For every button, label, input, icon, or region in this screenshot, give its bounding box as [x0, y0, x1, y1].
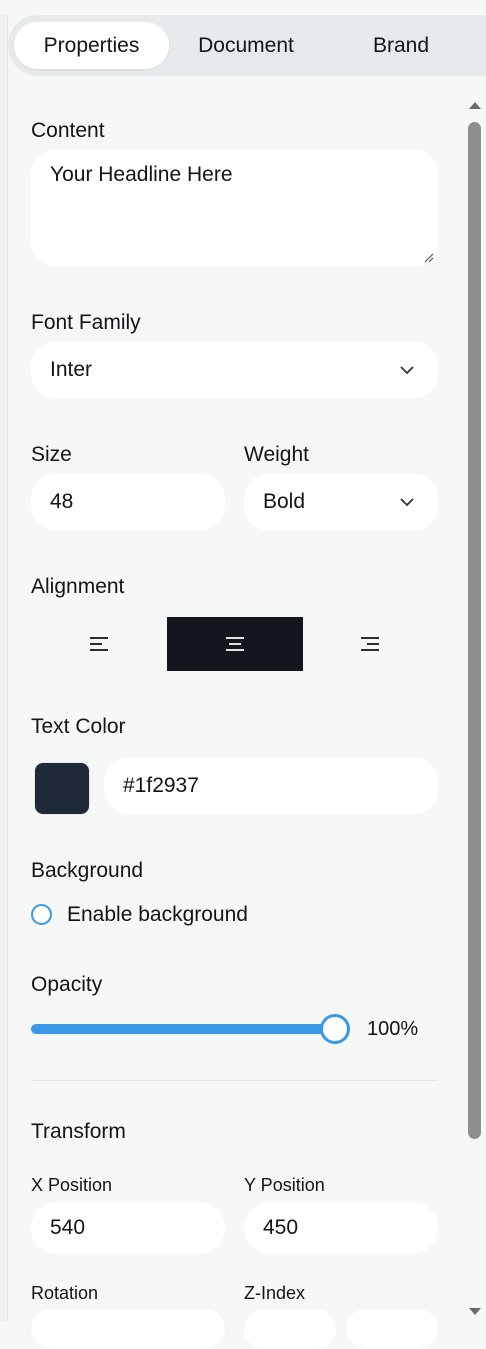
- font-family-label: Font Family: [31, 311, 141, 334]
- background-label: Background: [31, 859, 144, 882]
- transform-label: Transform: [31, 1120, 126, 1143]
- align-left-icon: [90, 637, 108, 651]
- chevron-down-icon: [400, 366, 414, 375]
- x-position-label: X Position: [31, 1175, 113, 1195]
- opacity-slider-track[interactable]: [31, 1024, 334, 1034]
- weight-value: Bold: [263, 490, 306, 513]
- y-position-input[interactable]: 450: [244, 1202, 438, 1254]
- y-position-label: Y Position: [244, 1175, 325, 1195]
- text-color-input[interactable]: #1f2937: [104, 757, 438, 815]
- divider: [31, 1080, 438, 1081]
- properties-panel: Content Your Headline Here Font Family I…: [0, 0, 486, 1349]
- enable-background-label[interactable]: Enable background: [67, 903, 248, 927]
- z-index-label: Z-Index: [244, 1283, 306, 1303]
- x-position-value: 540: [50, 1216, 86, 1239]
- align-center-icon: [226, 637, 244, 651]
- scrollbar-thumb[interactable]: [468, 122, 481, 1139]
- align-right-button[interactable]: [302, 617, 438, 671]
- content-text: Your Headline Here: [50, 163, 233, 186]
- size-label: Size: [31, 443, 72, 466]
- rotation-label: Rotation: [31, 1283, 99, 1303]
- size-input[interactable]: 48: [31, 473, 225, 531]
- text-color-label: Text Color: [31, 715, 126, 738]
- font-family-value: Inter: [50, 358, 93, 381]
- y-position-value: 450: [263, 1216, 299, 1239]
- content-textarea[interactable]: Your Headline Here: [31, 149, 438, 267]
- align-right-icon: [361, 637, 379, 651]
- opacity-slider-thumb[interactable]: [320, 1014, 350, 1044]
- scroll-down-icon[interactable]: [467, 1306, 483, 1318]
- opacity-value: 100%: [367, 1018, 419, 1040]
- enable-background-checkbox[interactable]: [31, 904, 52, 925]
- chevron-down-icon: [400, 498, 414, 507]
- resize-handle-icon[interactable]: [424, 253, 434, 263]
- color-swatch[interactable]: [34, 762, 90, 815]
- z-index-stepper[interactable]: [346, 1309, 438, 1349]
- align-left-button[interactable]: [31, 617, 167, 671]
- content-label: Content: [31, 119, 105, 142]
- font-family-select[interactable]: Inter: [31, 341, 438, 399]
- text-color-value: #1f2937: [123, 774, 199, 797]
- rotation-input[interactable]: [31, 1309, 225, 1349]
- opacity-label: Opacity: [31, 973, 103, 996]
- weight-label: Weight: [244, 443, 309, 466]
- weight-select[interactable]: Bold: [244, 473, 438, 531]
- alignment-label: Alignment: [31, 575, 125, 598]
- size-value: 48: [50, 490, 74, 513]
- x-position-input[interactable]: 540: [31, 1202, 225, 1254]
- align-center-button[interactable]: [167, 617, 303, 671]
- scroll-up-icon[interactable]: [467, 99, 483, 111]
- z-index-input[interactable]: [244, 1309, 336, 1349]
